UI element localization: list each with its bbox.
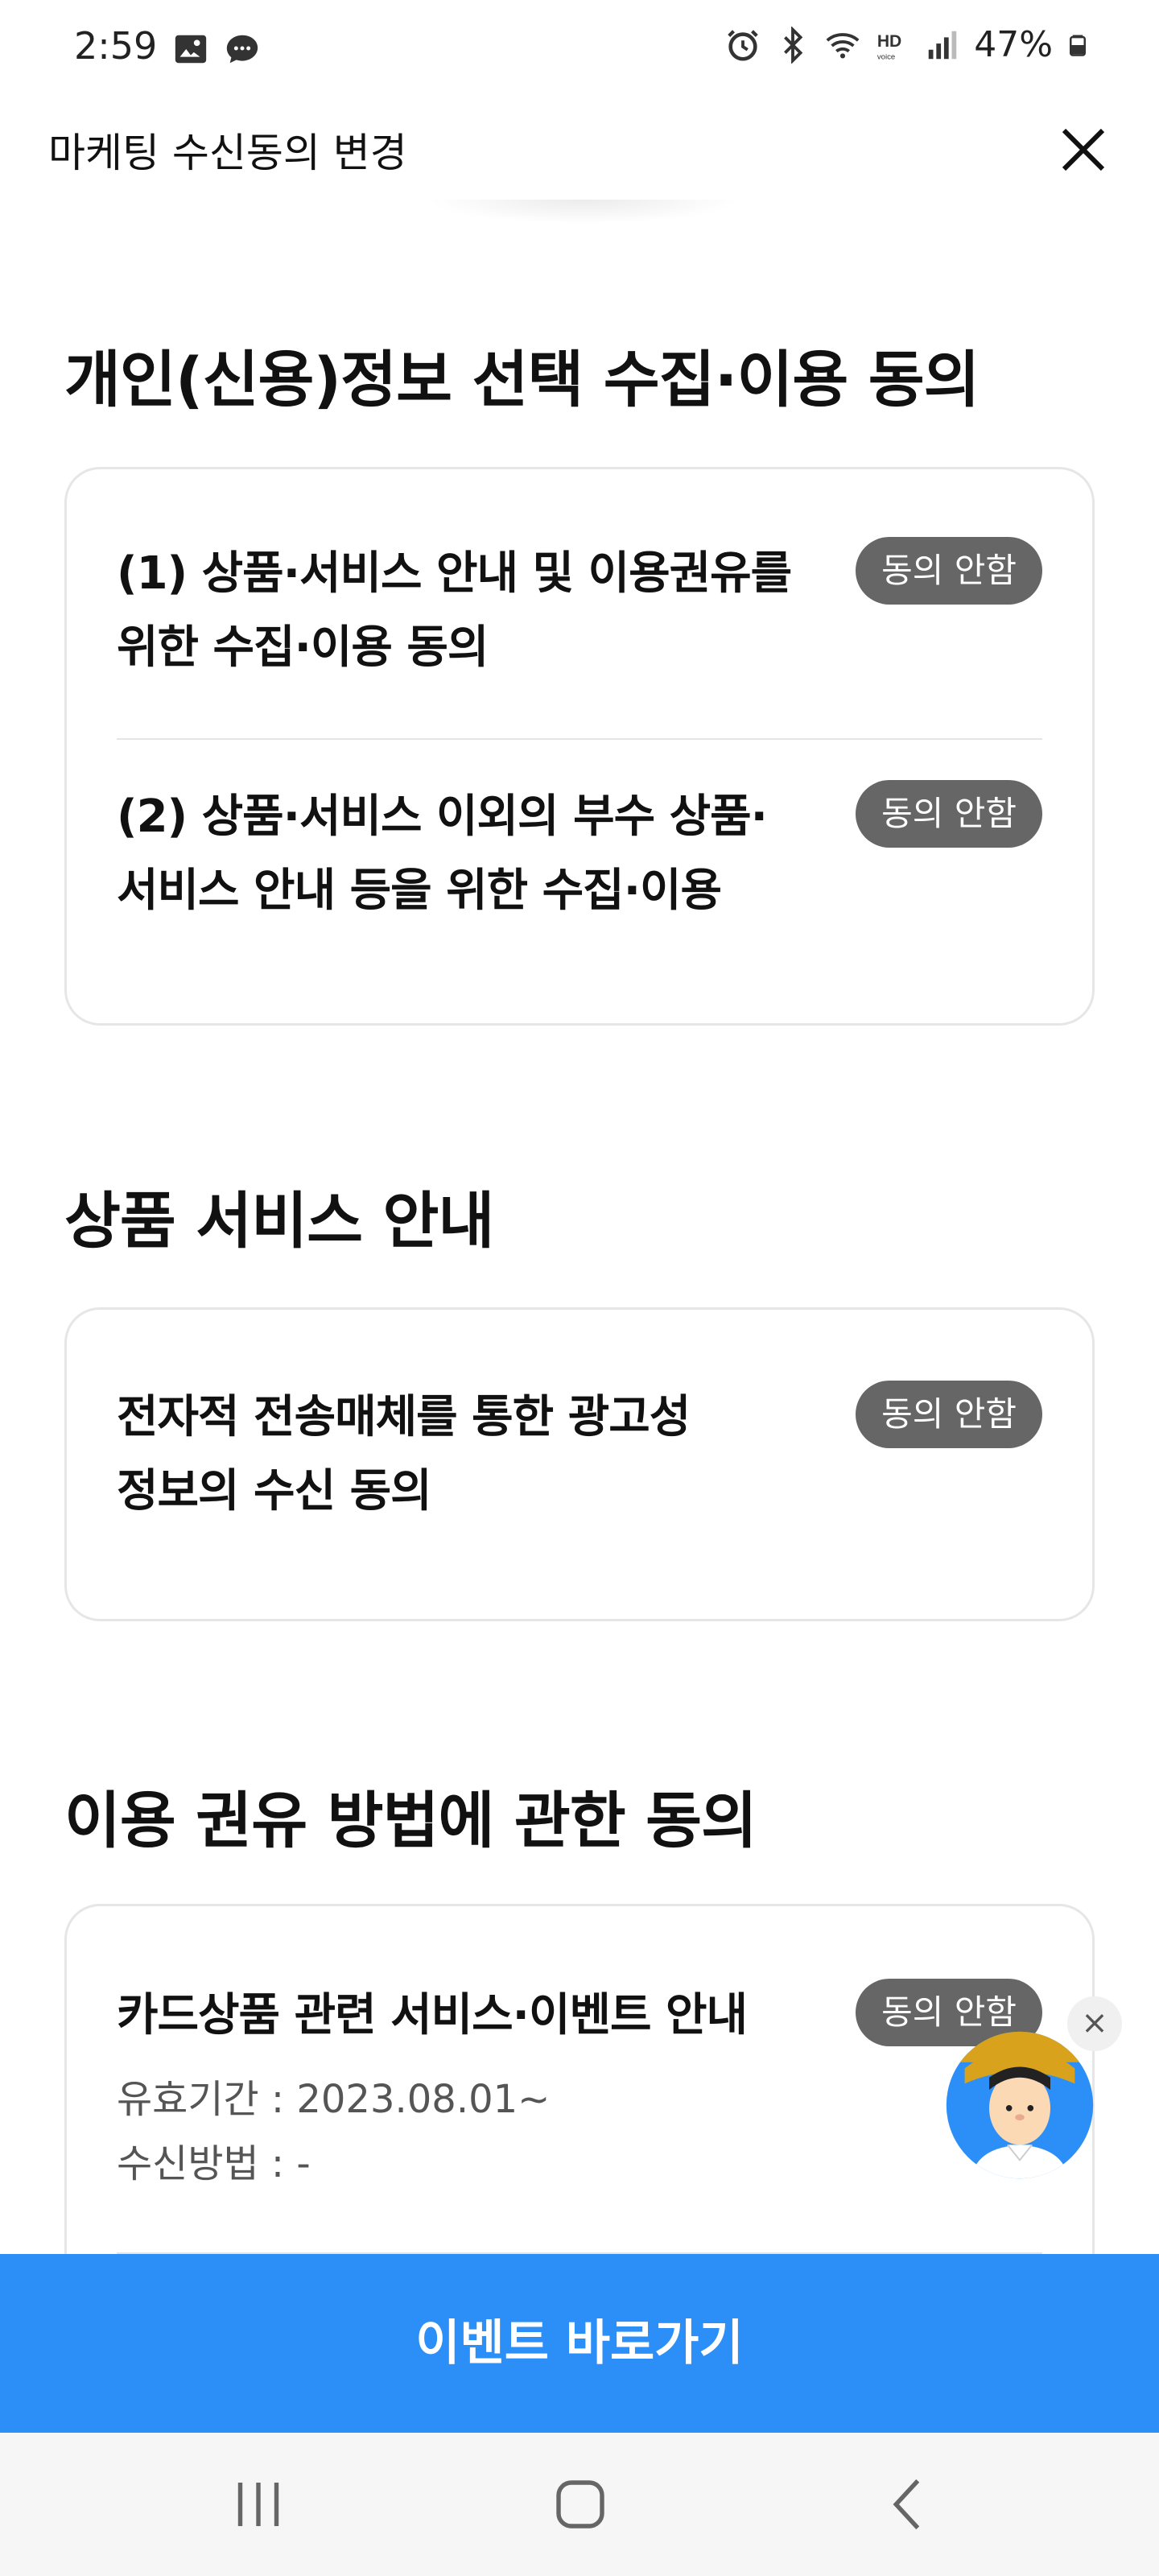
consent-label-line2: 정보의 수신 동의 <box>117 1465 432 1517</box>
signal-icon <box>928 31 957 59</box>
section-title-personal-info: 개인(신용)정보 선택 수집·이용 동의 <box>64 344 980 415</box>
validity-period: 유효기간 : 2023.08.01~ <box>117 2077 551 2122</box>
consent-card-personal-info: (1) 상품·서비스 안내 및 이용권유를 위한 수집·이용 동의 동의 안함 … <box>64 467 1095 1026</box>
close-button[interactable] <box>1051 118 1116 182</box>
consent-label-line1: (1) 상품·서비스 안내 및 이용권유를 <box>117 547 792 600</box>
chat-bubble-icon <box>226 35 258 64</box>
page-title: 마케팅 수신동의 변경 <box>48 130 407 176</box>
status-time: 2:59 <box>74 24 158 68</box>
gallery-icon <box>175 35 207 64</box>
consent-row: (2) 상품·서비스 이외의 부수 상품· 서비스 안내 등을 위한 수집·이용… <box>117 780 1042 928</box>
back-icon <box>893 2479 920 2530</box>
consent-label-line2: 서비스 안내 등을 위한 수집·이용 <box>117 865 722 917</box>
receive-method: 수신방법 : - <box>117 2141 311 2186</box>
recent-apps-icon <box>237 2483 279 2526</box>
svg-text:HD: HD <box>877 31 901 50</box>
alarm-icon <box>728 29 758 61</box>
app-header: 마케팅 수신동의 변경 <box>0 97 1159 201</box>
status-bar: 2:59 HD voice 47% <box>0 0 1159 97</box>
recent-apps-button[interactable] <box>222 2468 295 2541</box>
home-icon <box>556 2480 604 2529</box>
close-icon <box>1062 128 1105 171</box>
consent-card-product-service: 전자적 전송매체를 통한 광고성 정보의 수신 동의 동의 안함 <box>64 1307 1095 1621</box>
svg-text:voice: voice <box>877 52 895 61</box>
consent-row: (1) 상품·서비스 안내 및 이용권유를 위한 수집·이용 동의 동의 안함 <box>117 537 1042 685</box>
back-button[interactable] <box>872 2468 945 2541</box>
divider <box>117 738 1042 740</box>
consent-label-line2: 위한 수집·이용 동의 <box>117 621 489 674</box>
wifi-icon <box>826 32 860 58</box>
battery-percent: 47% <box>974 24 1053 65</box>
chatbot-avatar-icon <box>946 2031 1094 2179</box>
consent-label-line1: (2) 상품·서비스 이외의 부수 상품· <box>117 791 768 843</box>
consent-row: 카드상품 관련 서비스·이벤트 안내 동의 안함 <box>117 1979 1042 2053</box>
battery-icon <box>1070 35 1086 56</box>
consent-label: 카드상품 관련 서비스·이벤트 안내 <box>117 1989 748 2041</box>
section-title-product-service: 상품 서비스 안내 <box>64 1185 494 1257</box>
home-button[interactable] <box>544 2468 617 2541</box>
system-nav-bar <box>0 2433 1159 2576</box>
chatbot-button[interactable] <box>943 2029 1096 2182</box>
consent-status-badge[interactable]: 동의 안함 <box>856 780 1042 848</box>
consent-details: 유효기간 : 2023.08.01~ 수신방법 : - <box>117 2067 1042 2196</box>
section-title-solicitation: 이용 권유 방법에 관한 동의 <box>64 1785 757 1856</box>
consent-status-badge[interactable]: 동의 안함 <box>856 537 1042 605</box>
event-shortcut-button[interactable]: 이벤트 바로가기 <box>0 2254 1159 2433</box>
bluetooth-icon <box>784 26 803 64</box>
consent-status-badge[interactable]: 동의 안함 <box>856 1381 1042 1448</box>
consent-row: 전자적 전송매체를 통한 광고성 정보의 수신 동의 동의 안함 <box>117 1381 1042 1529</box>
hd-voice-icon: HD voice <box>877 31 901 61</box>
consent-label-line1: 전자적 전송매체를 통한 광고성 <box>117 1391 691 1443</box>
scroll-shadow <box>427 200 740 224</box>
